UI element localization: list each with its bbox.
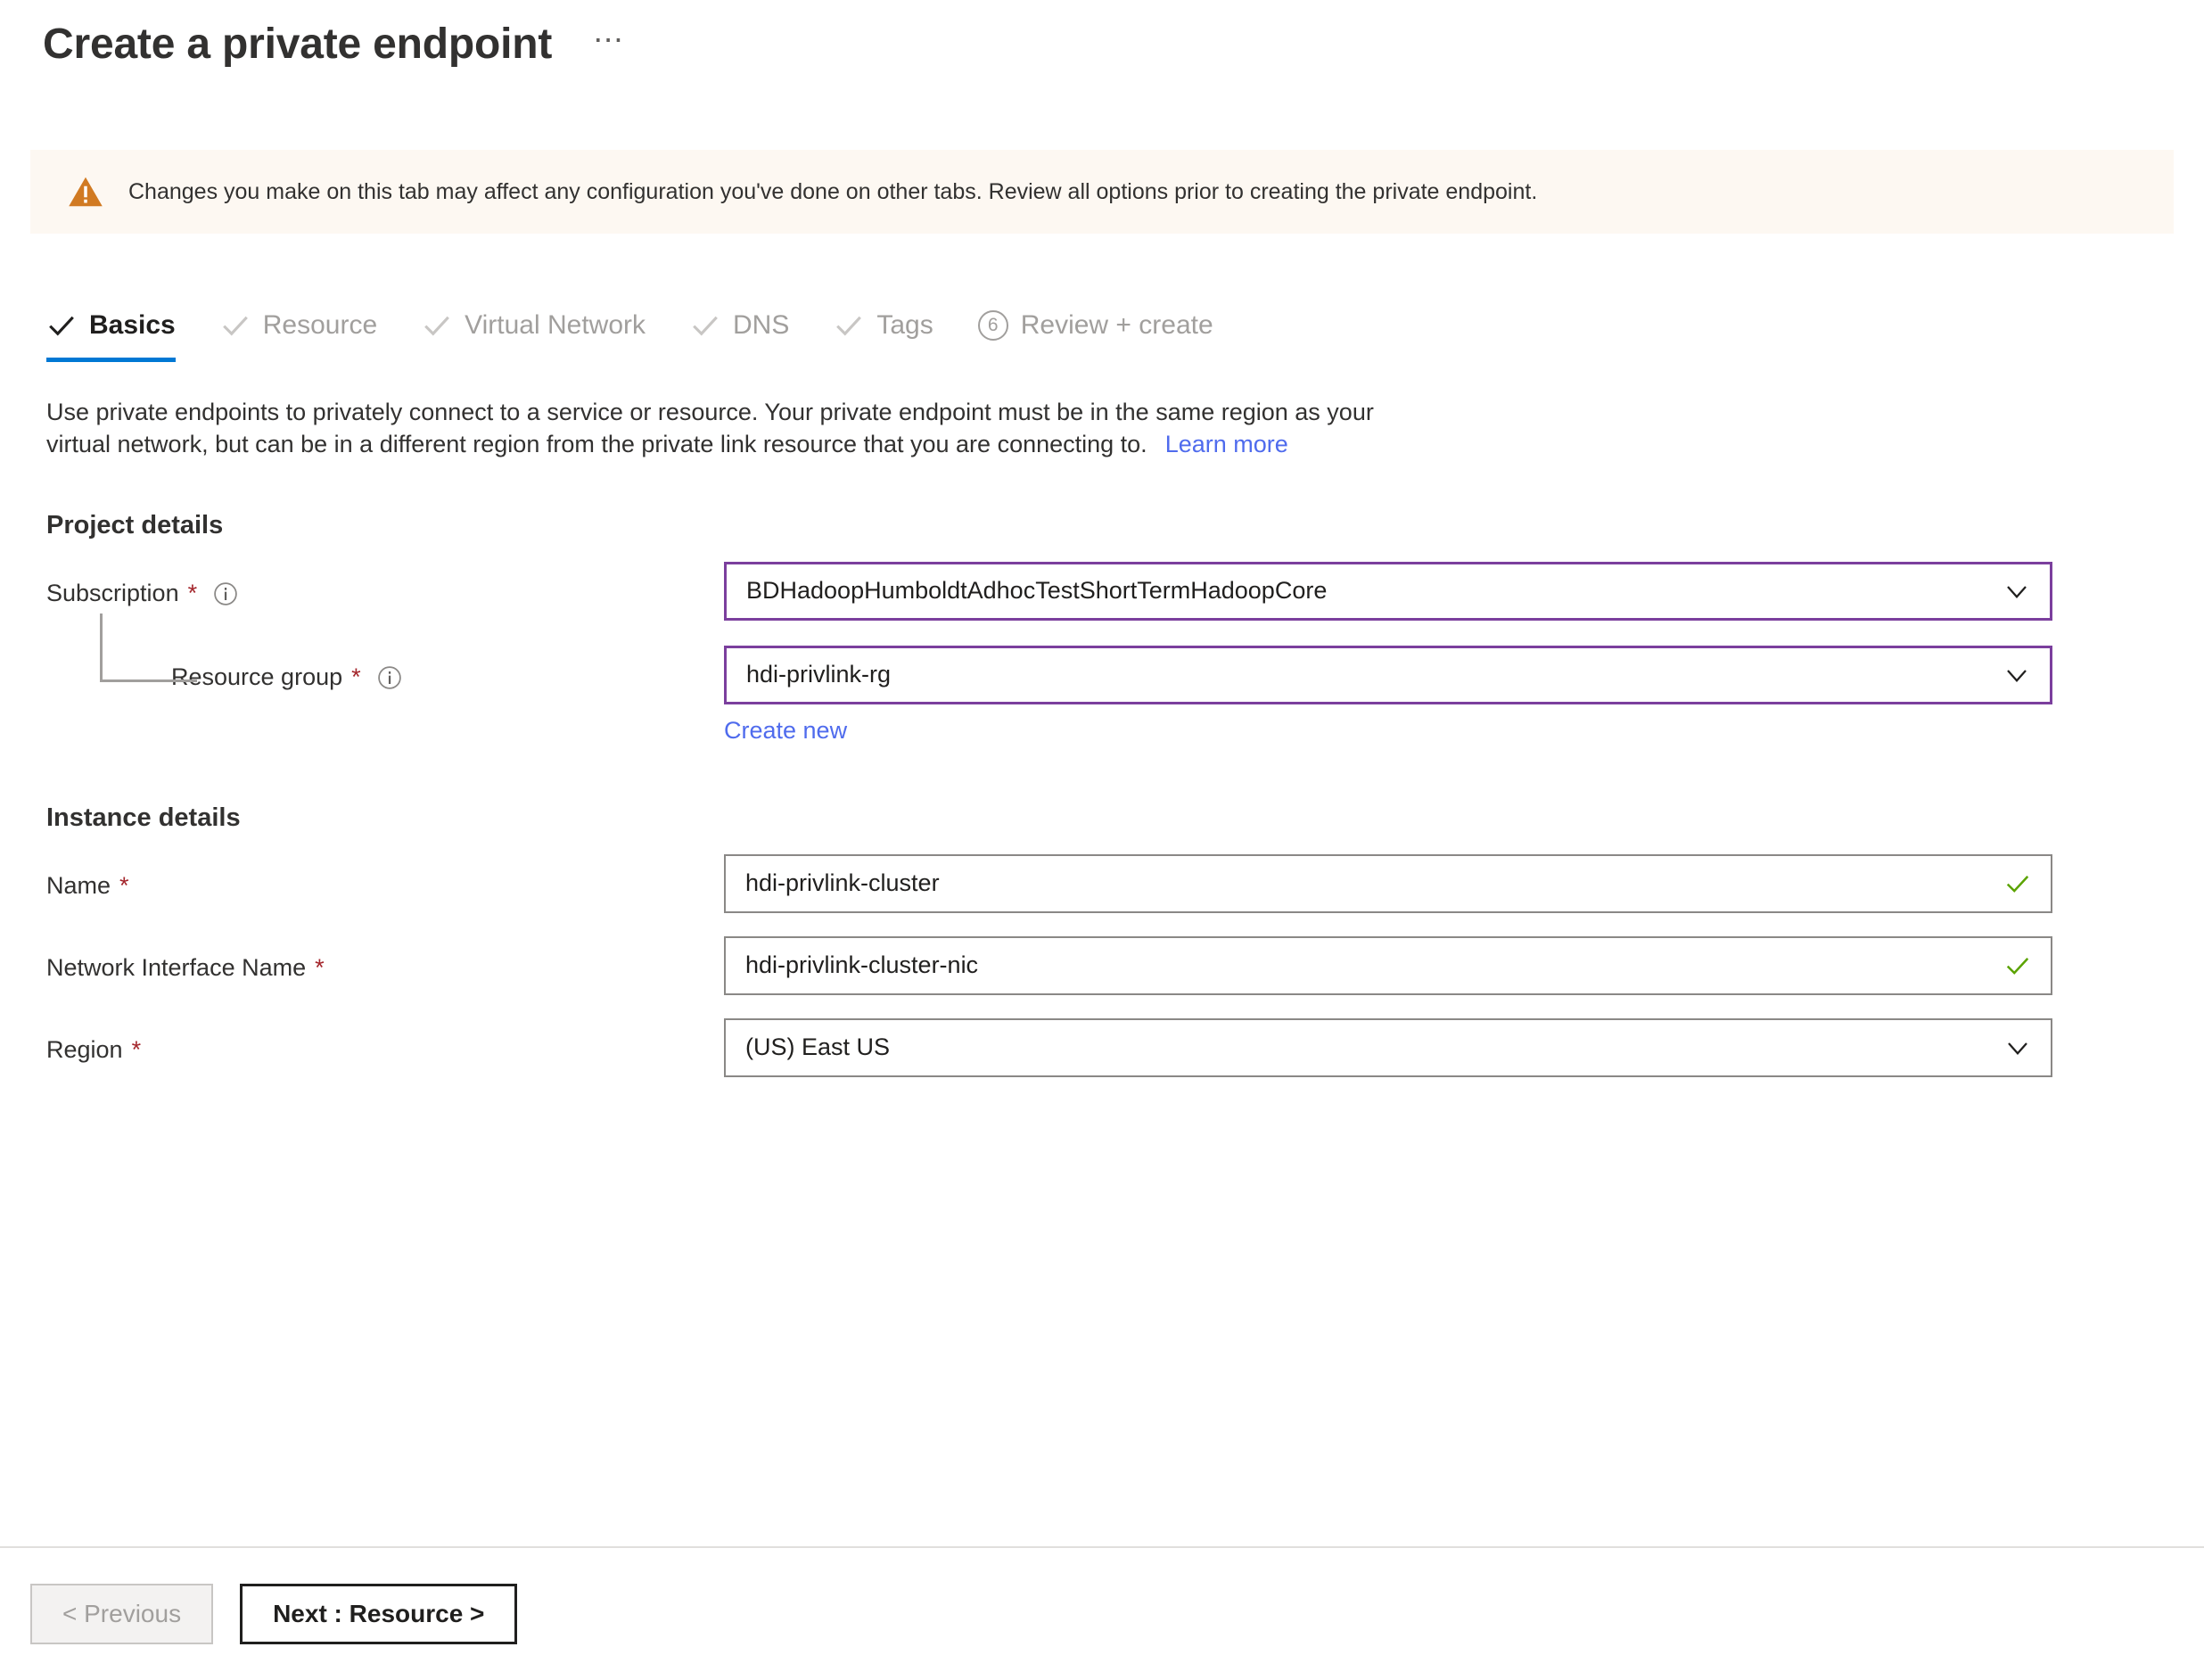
resource-group-label: Resource group bbox=[171, 663, 343, 691]
check-icon bbox=[222, 316, 248, 336]
description-line-2: virtual network, but can be in a differe… bbox=[46, 431, 1147, 458]
check-icon bbox=[49, 316, 74, 336]
name-label: Name bbox=[46, 872, 111, 900]
region-field-column: (US) East US bbox=[724, 1017, 2052, 1077]
resource-group-row: Resource group * hdi-privlink-rg Create … bbox=[46, 613, 2204, 745]
network-interface-name-label: Network Interface Name bbox=[46, 954, 307, 982]
tab-label: Review + create bbox=[1020, 310, 1213, 340]
subscription-row: Subscription * BDHadoopHumboldtAdhocTest… bbox=[46, 561, 2204, 626]
required-asterisk: * bbox=[187, 580, 198, 607]
tab-label: Tags bbox=[876, 310, 933, 340]
region-dropdown[interactable]: (US) East US bbox=[724, 1017, 2052, 1077]
region-label-group: Region * bbox=[46, 1018, 724, 1083]
warning-banner-text: Changes you make on this tab may affect … bbox=[128, 178, 1538, 204]
region-row: Region * (US) East US bbox=[46, 1017, 2204, 1083]
required-asterisk: * bbox=[119, 872, 129, 900]
tab-review-create[interactable]: 6 Review + create bbox=[977, 292, 1213, 362]
tab-basics[interactable]: Basics bbox=[46, 292, 176, 362]
tab-tags[interactable]: Tags bbox=[834, 292, 933, 362]
previous-button[interactable]: < Previous bbox=[30, 1584, 214, 1644]
network-interface-name-label-group: Network Interface Name * bbox=[46, 936, 724, 1001]
valid-check-icon bbox=[2006, 957, 2029, 975]
tab-resource[interactable]: Resource bbox=[220, 292, 377, 362]
info-icon[interactable] bbox=[377, 665, 402, 690]
warning-triangle-icon bbox=[69, 177, 103, 207]
required-asterisk: * bbox=[351, 663, 361, 691]
subscription-value: BDHadoopHumboldtAdhocTestShortTermHadoop… bbox=[746, 577, 1328, 605]
network-interface-name-input[interactable]: hdi-privlink-cluster-nic bbox=[724, 935, 2052, 995]
resource-group-dropdown[interactable]: hdi-privlink-rg bbox=[724, 645, 2052, 704]
tab-virtual-network[interactable]: Virtual Network bbox=[422, 292, 646, 362]
network-interface-name-field-column: hdi-privlink-cluster-nic bbox=[724, 935, 2052, 995]
project-details-form: Subscription * BDHadoopHumboldtAdhocTest… bbox=[0, 561, 2204, 745]
page-description: Use private endpoints to privately conne… bbox=[46, 396, 1990, 461]
instance-details-heading: Instance details bbox=[46, 803, 241, 832]
subscription-label-group: Subscription * bbox=[46, 562, 724, 626]
page-header: Create a private endpoint ⋯ bbox=[0, 0, 2204, 73]
warning-banner: Changes you make on this tab may affect … bbox=[30, 150, 2174, 234]
project-details-heading: Project details bbox=[46, 510, 224, 539]
create-new-resource-group-link[interactable]: Create new bbox=[724, 717, 847, 745]
resource-group-label-group: Resource group * bbox=[46, 646, 724, 710]
region-label: Region bbox=[46, 1036, 123, 1064]
chevron-down-icon bbox=[2007, 586, 2027, 598]
next-resource-button[interactable]: Next : Resource > bbox=[240, 1584, 518, 1644]
wizard-tabs: Basics Resource Virtual Network DNS Tags… bbox=[46, 292, 2204, 362]
chevron-down-icon bbox=[2007, 670, 2027, 682]
subscription-label: Subscription bbox=[46, 580, 179, 607]
check-icon bbox=[424, 316, 450, 336]
resource-group-field-column: hdi-privlink-rg Create new bbox=[724, 645, 2052, 745]
tab-dns[interactable]: DNS bbox=[690, 292, 789, 362]
info-icon[interactable] bbox=[213, 581, 238, 606]
chevron-down-icon bbox=[2008, 1042, 2027, 1055]
step-number-badge: 6 bbox=[977, 310, 1008, 341]
valid-check-icon bbox=[2006, 875, 2029, 893]
description-line-1: Use private endpoints to privately conne… bbox=[46, 399, 1374, 425]
page-title: Create a private endpoint bbox=[43, 21, 553, 68]
more-options-icon[interactable]: ⋯ bbox=[584, 25, 632, 63]
name-field-column: hdi-privlink-cluster bbox=[724, 853, 2052, 913]
tab-label: Virtual Network bbox=[465, 310, 646, 340]
subscription-field-column: BDHadoopHumboldtAdhocTestShortTermHadoop… bbox=[724, 561, 2052, 621]
name-label-group: Name * bbox=[46, 854, 724, 918]
network-interface-name-value: hdi-privlink-cluster-nic bbox=[745, 951, 979, 979]
resource-group-value: hdi-privlink-rg bbox=[746, 661, 892, 688]
name-value: hdi-privlink-cluster bbox=[745, 869, 940, 897]
instance-details-form: Name * hdi-privlink-cluster Network Inte… bbox=[0, 853, 2204, 1083]
learn-more-link[interactable]: Learn more bbox=[1165, 431, 1288, 457]
tab-label: DNS bbox=[733, 310, 790, 340]
required-asterisk: * bbox=[315, 954, 325, 982]
required-asterisk: * bbox=[131, 1036, 142, 1064]
name-input[interactable]: hdi-privlink-cluster bbox=[724, 853, 2052, 913]
network-interface-name-row: Network Interface Name * hdi-privlink-cl… bbox=[46, 935, 2204, 1001]
wizard-footer: < Previous Next : Resource > bbox=[0, 1548, 2204, 1680]
check-icon bbox=[693, 316, 718, 336]
check-icon bbox=[836, 316, 862, 336]
tab-label: Basics bbox=[89, 310, 176, 340]
tab-label: Resource bbox=[262, 310, 378, 340]
name-row: Name * hdi-privlink-cluster bbox=[46, 853, 2204, 918]
subscription-dropdown[interactable]: BDHadoopHumboldtAdhocTestShortTermHadoop… bbox=[724, 561, 2052, 621]
region-value: (US) East US bbox=[745, 1034, 891, 1061]
